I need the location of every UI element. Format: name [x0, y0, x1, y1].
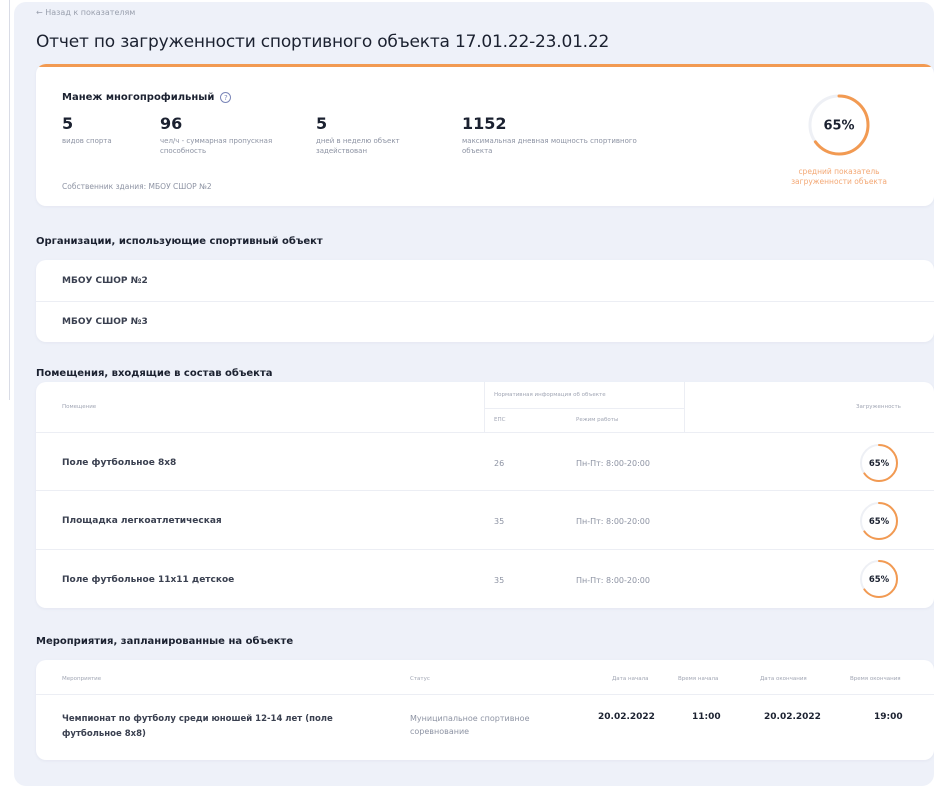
- event-end-time: 19:00: [874, 712, 903, 722]
- event-start-time: 11:00: [692, 712, 721, 722]
- stat-label: чел/ч - суммарная пропускная способность: [160, 137, 273, 155]
- stat-label: максимальная дневная мощность спортивног…: [462, 137, 637, 155]
- stat-sports: 5 видов спорта: [62, 114, 152, 146]
- room-schedule: Пн-Пт: 8:00-20:00: [576, 459, 650, 468]
- header-status: Статус: [410, 676, 430, 682]
- divider: [36, 490, 934, 491]
- stat-value: 5: [316, 114, 328, 133]
- room-load-gauge: 65%: [860, 444, 898, 482]
- room-capacity: 35: [494, 576, 505, 585]
- rooms-title: Помещения, входящие в состав объекта: [36, 368, 273, 379]
- load-gauge: 65%: [808, 94, 870, 156]
- object-name-text: Манеж многопрофильный: [62, 92, 215, 103]
- gauge-value: 65%: [869, 575, 890, 585]
- header-normative: Нормативная информация об объекте: [494, 392, 606, 398]
- header-start-time: Время начала: [678, 676, 719, 682]
- building-owner: Собственник здания: МБОУ СШОР №2: [62, 182, 212, 191]
- stat-days: 5 дней в неделю объект задействован: [316, 114, 436, 156]
- divider: [484, 408, 684, 409]
- room-schedule: Пн-Пт: 8:00-20:00: [576, 517, 650, 526]
- back-to-indicators-link[interactable]: ← Назад к показателям: [36, 8, 135, 17]
- list-item[interactable]: МБОУ СШОР №2: [36, 260, 934, 301]
- stat-capacity: 1152 максимальная дневная мощность спорт…: [462, 114, 642, 156]
- stat-throughput: 96 чел/ч - суммарная пропускная способно…: [160, 114, 280, 156]
- header-schedule: Режим работы: [576, 417, 619, 423]
- header-end-time: Время окончания: [850, 676, 901, 682]
- object-summary-card: Манеж многопрофильный ? 5 видов спорта 9…: [36, 64, 934, 206]
- divider: [684, 382, 685, 432]
- stat-label: видов спорта: [62, 137, 112, 145]
- divider: [36, 549, 934, 550]
- events-table: Мероприятие Статус Дата начала Время нач…: [36, 660, 934, 760]
- load-caption: средний показатель загруженности объекта: [791, 167, 887, 186]
- room-name: Поле футбольное 11х11 детское: [62, 575, 235, 585]
- gauge-value: 65%: [869, 517, 890, 527]
- list-item[interactable]: МБОУ СШОР №3: [36, 301, 934, 342]
- event-end-date: 20.02.2022: [764, 712, 821, 722]
- header-end-date: Дата окончания: [760, 676, 807, 682]
- rooms-table: Помещение Нормативная информация об объе…: [36, 382, 934, 608]
- accent-bar: [36, 64, 934, 67]
- stat-value: 96: [160, 114, 183, 133]
- gauge-value: 65%: [823, 119, 854, 134]
- stat-value: 5: [62, 114, 74, 133]
- header-capacity: ЕПС: [494, 417, 506, 423]
- stat-label: дней в неделю объект задействован: [316, 137, 400, 155]
- room-capacity: 26: [494, 459, 505, 468]
- divider: [36, 432, 934, 433]
- room-load-gauge: 65%: [860, 560, 898, 598]
- event-title: Чемпионат по футболу среди юношей 12-14 …: [62, 714, 333, 739]
- event-start-date: 20.02.2022: [598, 712, 655, 722]
- room-load-gauge: 65%: [860, 502, 898, 540]
- header-room: Помещение: [62, 404, 97, 410]
- organizations-title: Организации, использующие спортивный объ…: [36, 236, 323, 247]
- divider: [484, 382, 485, 432]
- gauge-value: 65%: [869, 459, 890, 469]
- room-capacity: 35: [494, 517, 505, 526]
- object-name: Манеж многопрофильный ?: [62, 92, 232, 103]
- divider: [36, 694, 934, 695]
- room-name: Площадка легкоатлетическая: [62, 516, 222, 526]
- organizations-list: МБОУ СШОР №2 МБОУ СШОР №3: [36, 260, 934, 342]
- left-panel-edge: [0, 0, 10, 400]
- events-title: Мероприятия, запланированные на объекте: [36, 636, 294, 647]
- room-schedule: Пн-Пт: 8:00-20:00: [576, 576, 650, 585]
- stat-value: 1152: [462, 114, 507, 133]
- header-event: Мероприятие: [62, 676, 102, 682]
- page-title: Отчет по загруженности спортивного объек…: [36, 32, 610, 52]
- header-start-date: Дата начала: [612, 676, 649, 682]
- event-status: Муниципальное спортивное соревнование: [410, 714, 530, 736]
- report-page: ← Назад к показателям Отчет по загруженн…: [14, 2, 934, 786]
- room-name: Поле футбольное 8х8: [62, 458, 177, 468]
- header-load: Загруженность: [856, 404, 901, 410]
- help-icon[interactable]: ?: [220, 92, 232, 103]
